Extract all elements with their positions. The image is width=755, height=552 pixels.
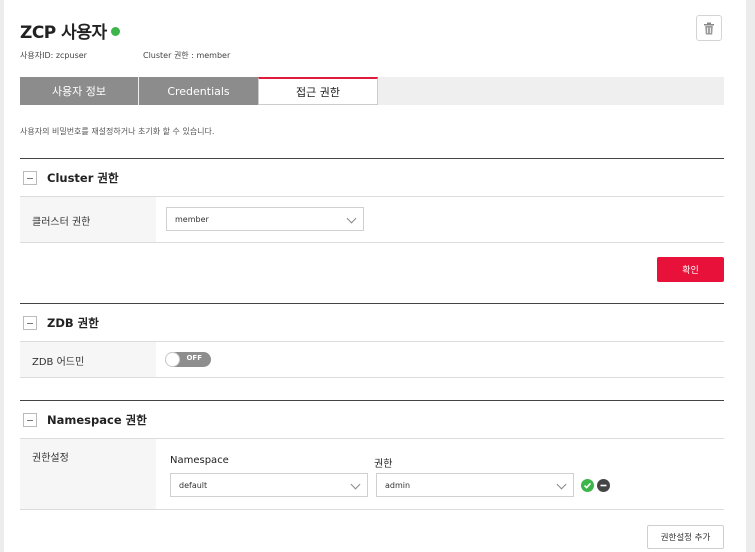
row-label-cell: 클러스터 권한	[20, 197, 156, 242]
toggle-knob	[165, 352, 180, 367]
select-value: admin	[385, 480, 411, 490]
chevron-down-icon	[556, 479, 567, 490]
page-title-text: ZCP 사용자	[20, 23, 107, 43]
confirm-button[interactable]: 확인	[657, 257, 724, 282]
cluster-role-text: Cluster 권한 : member	[143, 51, 231, 60]
tab-label: 접근 권한	[296, 85, 340, 99]
tab-credentials[interactable]: Credentials	[139, 77, 258, 105]
tab-user-info[interactable]: 사용자 정보	[20, 77, 138, 105]
add-permission-button[interactable]: 권한설정 추가	[647, 525, 724, 549]
user-detail-panel: ZCP 사용자 사용자ID: zcpuser Cluster 권한 : memb…	[4, 0, 746, 552]
check-icon	[583, 482, 592, 489]
section-title: Cluster 권한	[47, 170, 119, 185]
trash-icon	[704, 22, 714, 34]
namespace-select[interactable]: default	[170, 473, 368, 497]
collapse-icon[interactable]	[23, 412, 37, 427]
zdb-admin-row: ZDB 어드민	[20, 342, 724, 378]
cluster-role-row: 클러스터 권한 member	[20, 197, 724, 243]
tab-bar: 사용자 정보 Credentials 접근 권한	[20, 77, 724, 105]
role-select[interactable]: admin	[376, 473, 574, 497]
section-title: Namespace 권한	[47, 412, 147, 427]
select-value: member	[175, 214, 209, 224]
row-label-cell: 권한설정	[20, 439, 156, 509]
collapse-icon[interactable]	[23, 170, 37, 185]
collapse-icon[interactable]	[23, 315, 37, 330]
status-dot-icon	[110, 27, 120, 36]
select-value: default	[179, 480, 208, 490]
tab-access-rights[interactable]: 접근 권한	[258, 77, 378, 105]
delete-user-button[interactable]	[696, 15, 722, 41]
toggle-state-text: OFF	[186, 354, 202, 362]
row-label-cell: ZDB 어드민	[20, 342, 156, 377]
namespace-column-header: Namespace	[170, 455, 229, 466]
chevron-down-icon	[346, 213, 357, 224]
cluster-section-header: Cluster 권한	[20, 159, 724, 197]
cluster-role-label: 클러스터 권한	[32, 217, 91, 228]
role-column-header: 권한	[374, 459, 393, 470]
section-title: ZDB 권한	[47, 315, 99, 330]
user-id-text: 사용자ID: zcpuser	[20, 51, 87, 60]
page-title: ZCP 사용자	[20, 18, 120, 43]
tab-label: 사용자 정보	[51, 85, 107, 98]
chevron-down-icon	[350, 479, 361, 490]
tab-label: Credentials	[167, 84, 230, 98]
minus-icon	[600, 484, 607, 487]
zdb-section-header: ZDB 권한	[20, 304, 724, 342]
namespace-role-label: 권한설정	[32, 453, 69, 464]
cluster-role-select[interactable]: member	[166, 207, 364, 231]
namespace-role-row: 권한설정	[20, 439, 724, 510]
tab-description: 사용자의 비밀번호를 재설정하거나 초기화 할 수 있습니다.	[20, 127, 215, 136]
confirm-check-icon[interactable]	[581, 479, 594, 492]
zdb-admin-label: ZDB 어드민	[32, 357, 85, 368]
remove-row-icon[interactable]	[597, 479, 610, 492]
namespace-section-header: Namespace 권한	[20, 401, 724, 439]
zdb-admin-toggle[interactable]: OFF	[165, 352, 211, 367]
